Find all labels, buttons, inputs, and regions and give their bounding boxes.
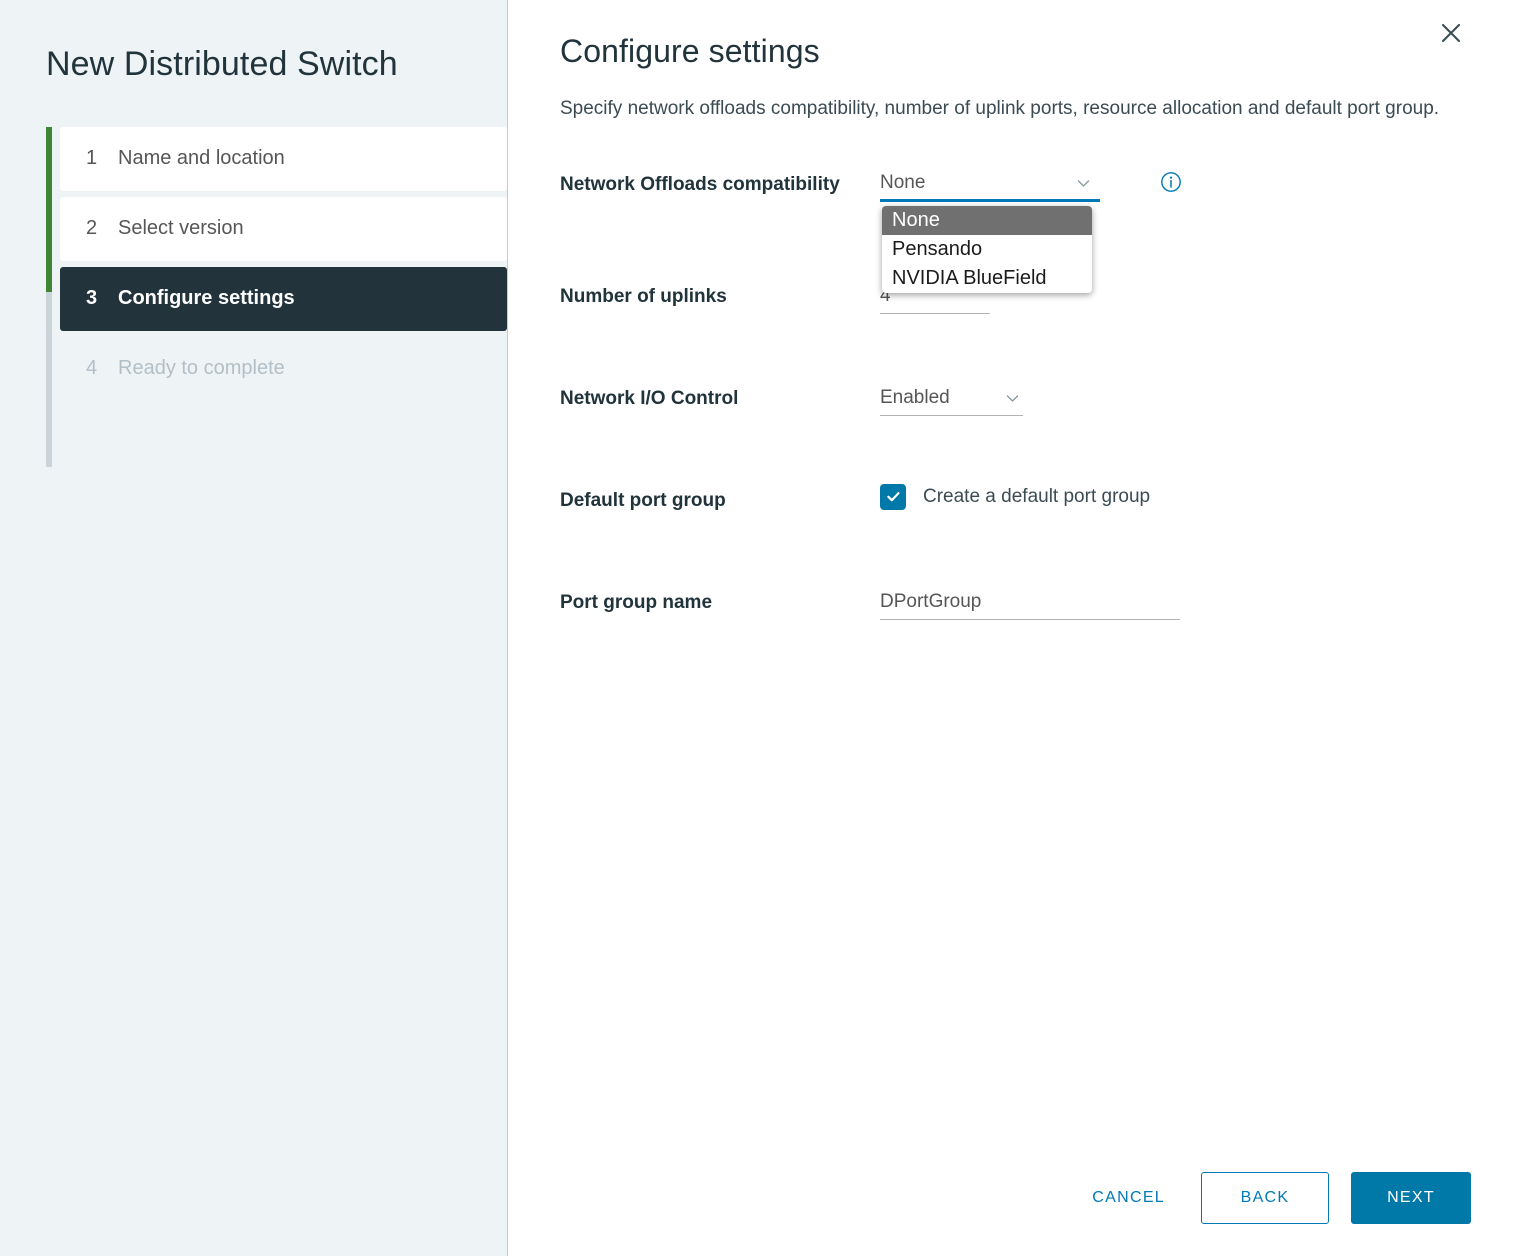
network-io-control-select-wrap: Enabled bbox=[880, 382, 1023, 416]
wizard-main-panel: Configure settings Specify network offlo… bbox=[508, 0, 1513, 1256]
sidebar-step-name-and-location[interactable]: 1 Name and location bbox=[60, 126, 507, 191]
step-label: Configure settings bbox=[118, 287, 295, 310]
form-row-network-offloads: Network Offloads compatibility None None… bbox=[560, 168, 1513, 293]
page-description: Specify network offloads compatibility, … bbox=[560, 98, 1440, 120]
network-io-control-control: Enabled bbox=[880, 382, 1023, 416]
step-number: 4 bbox=[86, 357, 98, 380]
form-row-default-port-group: Default port group Create a default port… bbox=[560, 483, 1513, 534]
sidebar-step-configure-settings[interactable]: 3 Configure settings bbox=[60, 266, 507, 331]
main-header: Configure settings Specify network offlo… bbox=[508, 0, 1513, 126]
close-dialog-button[interactable] bbox=[1434, 16, 1468, 50]
step-label: Name and location bbox=[118, 147, 285, 170]
sidebar-step-select-version[interactable]: 2 Select version bbox=[60, 196, 507, 261]
create-default-port-group-label: Create a default port group bbox=[923, 485, 1151, 507]
form-row-port-group-name: Port group name bbox=[560, 585, 1513, 636]
chevron-down-icon bbox=[1004, 390, 1021, 407]
port-group-name-input[interactable] bbox=[880, 585, 1180, 620]
step-number: 2 bbox=[86, 217, 98, 240]
cancel-button[interactable]: CANCEL bbox=[1074, 1177, 1183, 1219]
network-io-control-label: Network I/O Control bbox=[560, 387, 739, 409]
back-button[interactable]: BACK bbox=[1201, 1172, 1329, 1224]
network-offloads-label: Network Offloads compatibility bbox=[560, 173, 840, 195]
create-default-port-group-checkbox[interactable] bbox=[880, 483, 906, 510]
form-row-network-io-control: Network I/O Control Enabled bbox=[560, 382, 1513, 432]
wizard-steps: 1 Name and location 2 Select version 3 C… bbox=[0, 126, 507, 467]
close-icon bbox=[1438, 20, 1464, 46]
network-offloads-select[interactable]: None bbox=[880, 168, 1100, 202]
wizard-title: New Distributed Switch bbox=[46, 45, 398, 83]
step-label: Select version bbox=[118, 217, 244, 240]
dropdown-option-pensando[interactable]: Pensando bbox=[882, 235, 1092, 264]
network-offloads-dropdown-menu[interactable]: None Pensando NVIDIA BlueField bbox=[882, 205, 1092, 293]
step-number: 3 bbox=[86, 287, 98, 310]
step-label: Ready to complete bbox=[118, 357, 285, 380]
sidebar-step-ready-to-complete[interactable]: 4 Ready to complete bbox=[60, 337, 507, 401]
dropdown-option-nvidia-bluefield[interactable]: NVIDIA BlueField bbox=[882, 264, 1092, 293]
default-port-group-control: Create a default port group bbox=[880, 483, 1151, 510]
network-io-control-select[interactable]: Enabled bbox=[880, 382, 1023, 416]
next-button[interactable]: NEXT bbox=[1351, 1172, 1471, 1224]
network-offloads-select-wrap: None None Pensando NVIDIA BlueField bbox=[880, 168, 1100, 293]
wizard-footer: CANCEL BACK NEXT bbox=[1074, 1172, 1471, 1224]
check-icon bbox=[885, 488, 902, 505]
new-distributed-switch-wizard: New Distributed Switch 1 Name and locati… bbox=[0, 0, 1513, 1256]
configure-settings-form: Network Offloads compatibility None None… bbox=[508, 168, 1513, 636]
page-title: Configure settings bbox=[560, 33, 820, 69]
port-group-name-label: Port group name bbox=[560, 591, 713, 613]
number-of-uplinks-label: Number of uplinks bbox=[560, 285, 727, 307]
network-offloads-control: None None Pensando NVIDIA BlueField bbox=[880, 168, 1182, 293]
create-default-port-group-row[interactable]: Create a default port group bbox=[880, 483, 1151, 510]
step-number: 1 bbox=[86, 147, 98, 170]
network-io-control-value: Enabled bbox=[880, 387, 950, 409]
network-offloads-selected-value: None bbox=[880, 172, 926, 194]
chevron-down-icon bbox=[1075, 175, 1092, 192]
step-progress-fill bbox=[46, 126, 52, 292]
port-group-name-control bbox=[880, 585, 1180, 620]
info-icon[interactable] bbox=[1160, 171, 1182, 193]
default-port-group-label: Default port group bbox=[560, 489, 726, 511]
wizard-sidebar: New Distributed Switch 1 Name and locati… bbox=[0, 0, 508, 1256]
dropdown-option-none[interactable]: None bbox=[882, 205, 1092, 235]
